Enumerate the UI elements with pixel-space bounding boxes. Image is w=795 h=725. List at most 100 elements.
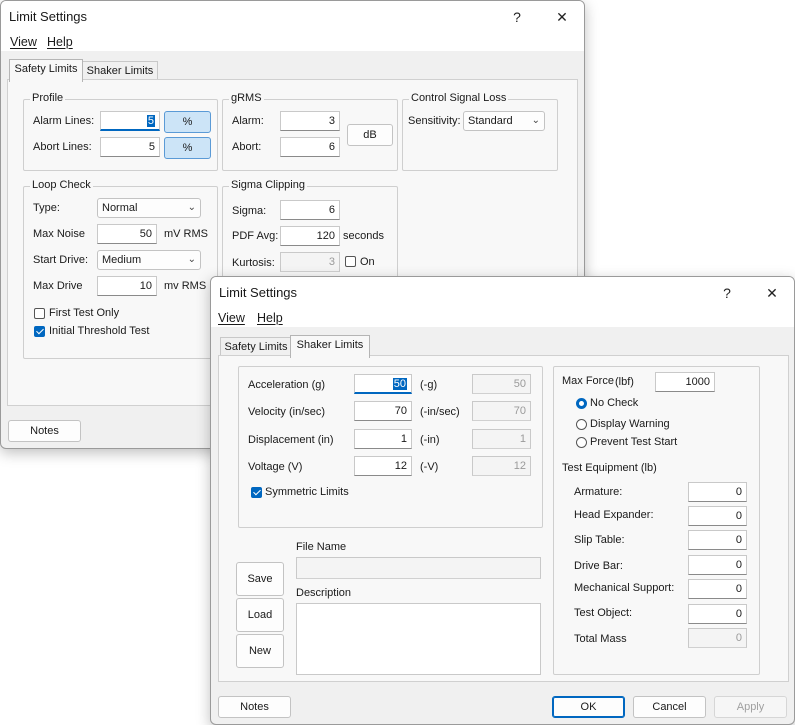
slip-table-input[interactable]: 0 <box>688 530 747 550</box>
grms-label: gRMS <box>229 92 264 104</box>
display-warning-radio[interactable] <box>576 419 587 430</box>
abort-percent-button[interactable]: % <box>164 137 211 159</box>
alarm-percent-button[interactable]: % <box>164 111 211 133</box>
head-expander-input[interactable]: 0 <box>688 506 747 526</box>
description-label: Description <box>296 587 352 599</box>
test-object-input[interactable]: 0 <box>688 604 747 624</box>
pdf-avg-label: PDF Avg: <box>232 230 279 242</box>
acceleration-neg-input[interactable]: 50 <box>472 374 531 394</box>
max-force-unit: (lbf) <box>615 376 634 388</box>
profile-group: Profile Alarm Lines: 5 % Abort Lines: 5 … <box>23 92 218 171</box>
armature-input[interactable]: 0 <box>688 482 747 502</box>
total-mass-label: Total Mass <box>574 633 627 645</box>
max-force-label: Max Force <box>562 375 614 387</box>
abort-lines-label: Abort Lines: <box>33 141 92 153</box>
type-select[interactable]: Normal ⌄ <box>97 198 201 218</box>
new-button[interactable]: New <box>236 634 284 668</box>
save-button[interactable]: Save <box>236 562 284 596</box>
symmetric-limits-checkbox[interactable] <box>251 487 262 498</box>
start-drive-select[interactable]: Medium ⌄ <box>97 250 201 270</box>
velocity-neg-label: (-in/sec) <box>420 406 460 418</box>
displacement-label: Displacement (in) <box>248 434 334 446</box>
control-signal-loss-label: Control Signal Loss <box>409 92 509 104</box>
help-button[interactable]: ? <box>502 5 532 29</box>
velocity-neg-input[interactable]: 70 <box>472 401 531 421</box>
grms-alarm-input[interactable]: 3 <box>280 111 340 131</box>
voltage-input[interactable]: 12 <box>354 456 412 476</box>
mechanical-support-input[interactable]: 0 <box>688 579 747 599</box>
pdf-avg-unit: seconds <box>343 230 384 242</box>
grms-abort-label: Abort: <box>232 141 262 153</box>
prevent-test-start-label: Prevent Test Start <box>590 436 678 448</box>
chevron-down-icon: ⌄ <box>187 202 196 213</box>
notes-button[interactable]: Notes <box>8 420 81 442</box>
initial-threshold-checkbox[interactable] <box>34 326 45 337</box>
control-signal-loss-group: Control Signal Loss Sensitivity: Standar… <box>402 92 558 171</box>
tab-shaker-limits[interactable]: Shaker Limits <box>290 335 370 358</box>
load-button[interactable]: Load <box>236 598 284 632</box>
cancel-button[interactable]: Cancel <box>633 696 706 718</box>
start-drive-label: Start Drive: <box>33 254 89 266</box>
description-textarea[interactable] <box>296 603 541 675</box>
alarm-lines-label: Alarm Lines: <box>33 115 95 127</box>
displacement-neg-input[interactable]: 1 <box>472 429 531 449</box>
grms-alarm-label: Alarm: <box>232 115 264 127</box>
abort-lines-input[interactable]: 5 <box>100 137 160 157</box>
max-noise-label: Max Noise <box>33 228 85 240</box>
max-drive-input[interactable]: 10 <box>97 276 157 296</box>
loop-check-group: Loop Check Type: Normal ⌄ Max Noise 50 m… <box>23 179 218 359</box>
acceleration-neg-label: (-g) <box>420 379 438 391</box>
test-equipment-label: Test Equipment (lb) <box>562 462 657 474</box>
alarm-lines-input[interactable]: 5 <box>100 111 160 131</box>
voltage-neg-input[interactable]: 12 <box>472 456 531 476</box>
file-name-input[interactable] <box>296 557 541 579</box>
ok-button[interactable]: OK <box>552 696 625 718</box>
sensitivity-label: Sensitivity: <box>408 115 461 127</box>
help-button[interactable]: ? <box>712 281 742 305</box>
menu-view[interactable]: View <box>10 35 37 49</box>
acceleration-value: 50 <box>392 378 407 390</box>
total-mass-input[interactable]: 0 <box>688 628 747 648</box>
max-force-input[interactable]: 1000 <box>655 372 715 392</box>
apply-button[interactable]: Apply <box>714 696 787 718</box>
window-title: Limit Settings <box>219 285 298 300</box>
notes-button[interactable]: Notes <box>218 696 291 718</box>
start-drive-value: Medium <box>102 254 142 266</box>
db-button[interactable]: dB <box>347 124 393 146</box>
window-title: Limit Settings <box>9 9 88 24</box>
sigma-input[interactable]: 6 <box>280 200 340 220</box>
limit-settings-window-front: Limit Settings ? ✕ View Help Safety Limi… <box>210 276 795 725</box>
close-button[interactable]: ✕ <box>757 281 787 305</box>
velocity-input[interactable]: 70 <box>354 401 412 421</box>
first-test-only-checkbox[interactable] <box>34 308 45 319</box>
tab-safety-limits[interactable]: Safety Limits <box>220 337 292 356</box>
chevron-down-icon: ⌄ <box>531 115 540 126</box>
grms-group: gRMS Alarm: 3 Abort: 6 dB <box>222 92 398 171</box>
initial-threshold-label: Initial Threshold Test <box>49 325 150 337</box>
menu-help[interactable]: Help <box>47 35 73 49</box>
displacement-input[interactable]: 1 <box>354 429 412 449</box>
kurtosis-input[interactable]: 3 <box>280 252 340 272</box>
max-noise-input[interactable]: 50 <box>97 224 157 244</box>
display-warning-label: Display Warning <box>590 418 670 430</box>
acceleration-label: Acceleration (g) <box>248 379 326 391</box>
tab-safety-limits[interactable]: Safety Limits <box>9 59 83 82</box>
sigma-label: Sigma: <box>232 205 267 217</box>
profile-label: Profile <box>30 92 66 104</box>
kurtosis-on-checkbox[interactable] <box>345 256 356 267</box>
shaker-limits-panel: Acceleration (g) 50 (-g) 50 Velocity (in… <box>218 355 789 682</box>
close-button[interactable]: ✕ <box>547 5 577 29</box>
tab-shaker-limits[interactable]: Shaker Limits <box>82 61 158 80</box>
pdf-avg-input[interactable]: 120 <box>280 226 340 246</box>
drive-bar-input[interactable]: 0 <box>688 555 747 575</box>
sensitivity-select[interactable]: Standard ⌄ <box>463 111 545 131</box>
menu-view[interactable]: View <box>218 311 245 325</box>
menu-help[interactable]: Help <box>257 311 283 325</box>
grms-abort-input[interactable]: 6 <box>280 137 340 157</box>
max-drive-unit: mv RMS <box>164 280 207 292</box>
type-value: Normal <box>102 202 138 214</box>
prevent-test-start-radio[interactable] <box>576 437 587 448</box>
acceleration-input[interactable]: 50 <box>354 374 412 394</box>
max-noise-unit: mV RMS <box>164 228 208 240</box>
no-check-radio[interactable] <box>576 398 587 409</box>
